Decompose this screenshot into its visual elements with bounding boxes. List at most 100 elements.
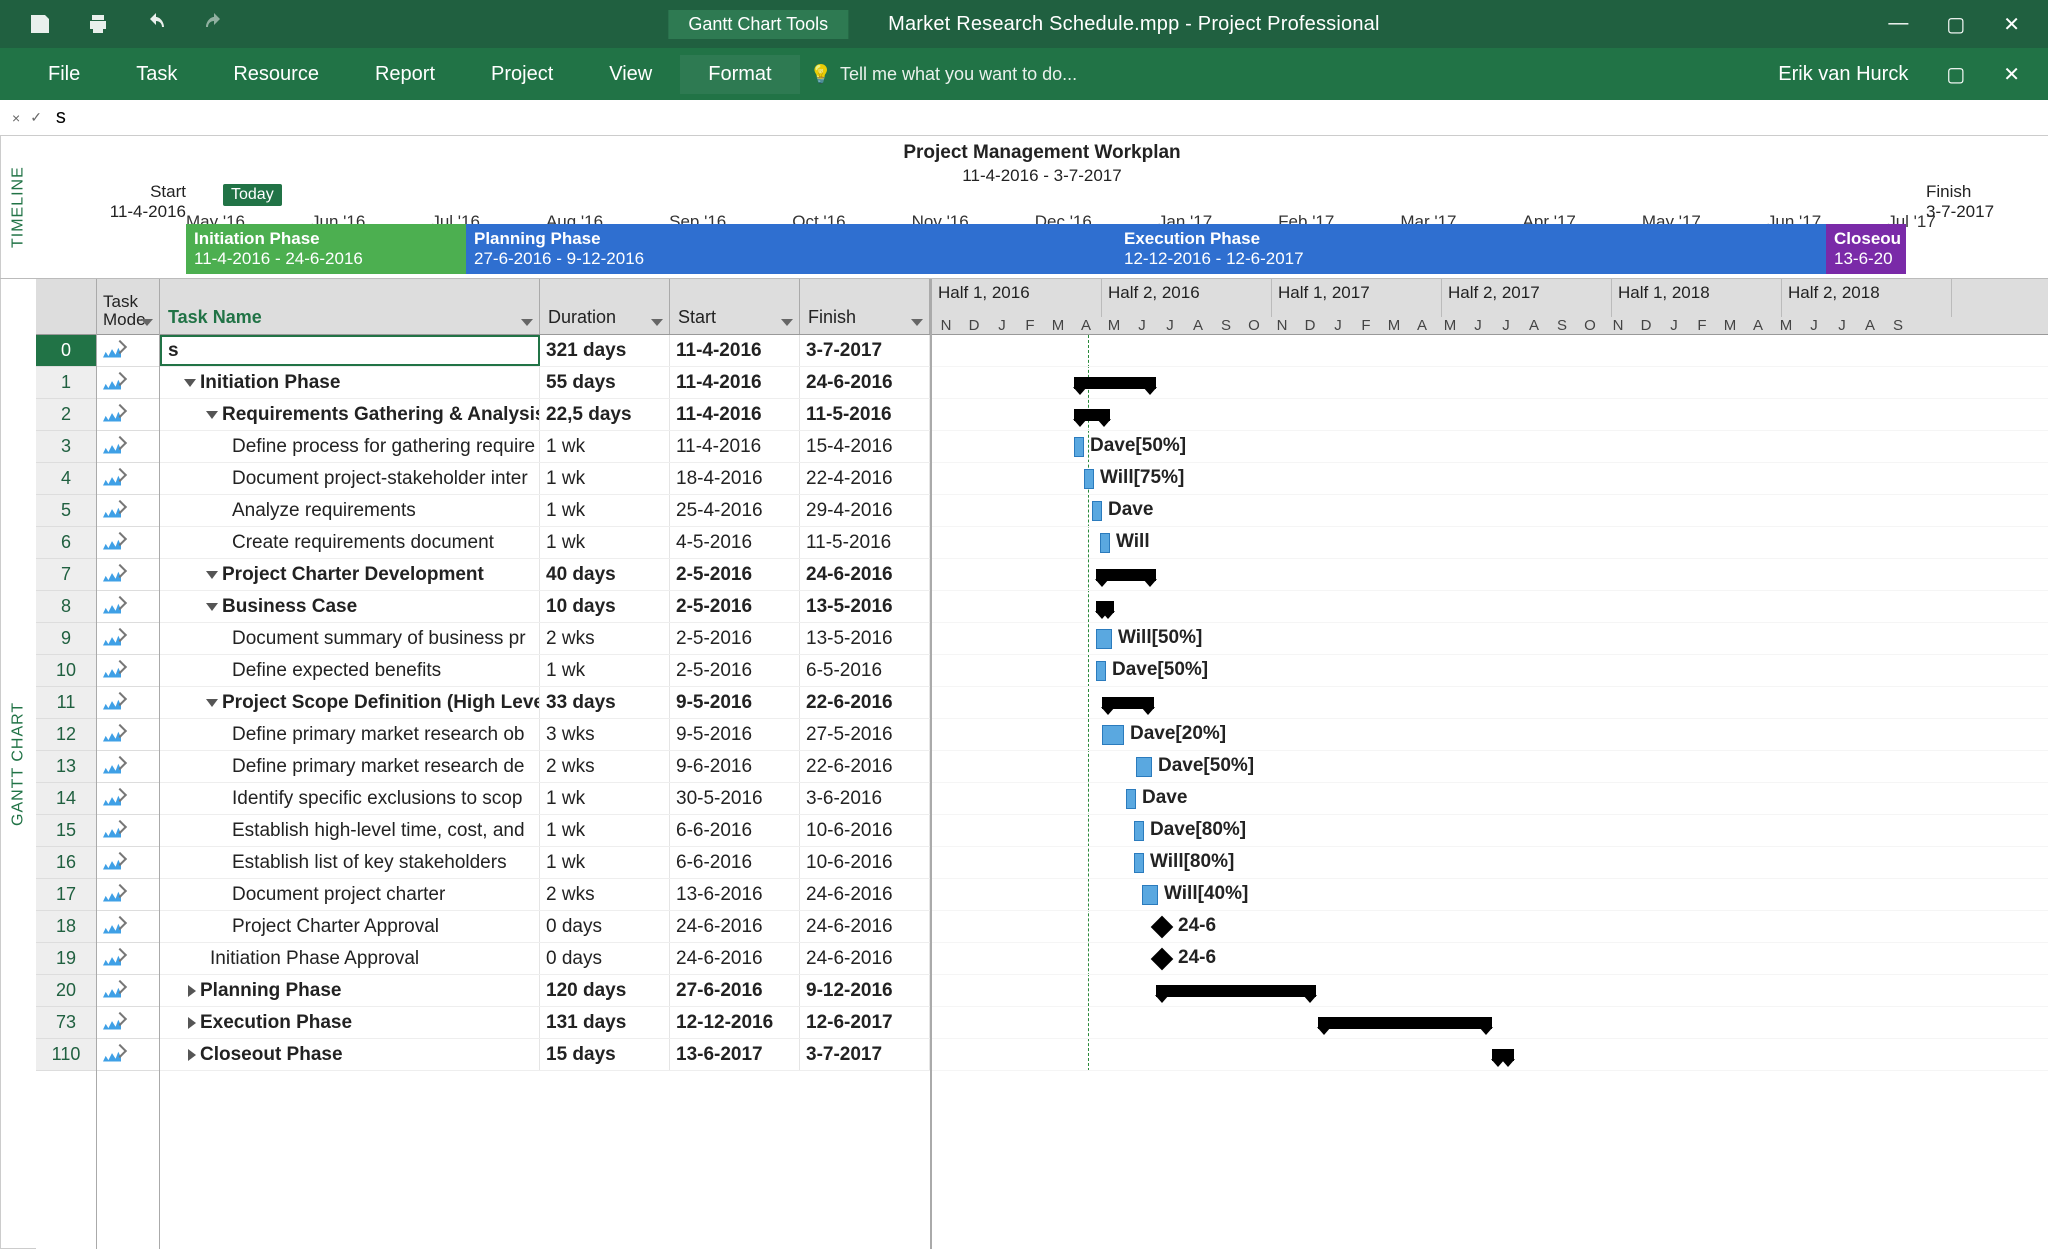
task-mode-cell[interactable] bbox=[97, 879, 159, 911]
task-bar[interactable] bbox=[1074, 437, 1084, 457]
restore-window-icon[interactable]: ▢ bbox=[1946, 62, 1965, 87]
save-icon[interactable] bbox=[28, 12, 52, 36]
table-row[interactable]: Analyze requirements1 wk25-4-201629-4-20… bbox=[160, 495, 930, 527]
maximize-icon[interactable]: ▢ bbox=[1946, 12, 1965, 37]
finish-cell[interactable]: 12-6-2017 bbox=[800, 1007, 930, 1038]
outline-toggle-icon[interactable] bbox=[184, 379, 196, 387]
task-name-cell[interactable]: Project Charter Approval bbox=[160, 911, 540, 942]
task-name-cell[interactable]: Analyze requirements bbox=[160, 495, 540, 526]
summary-bar[interactable] bbox=[1156, 985, 1316, 997]
task-name-cell[interactable]: Closeout Phase bbox=[160, 1039, 540, 1070]
task-name-cell[interactable]: Execution Phase bbox=[160, 1007, 540, 1038]
finish-cell[interactable]: 6-5-2016 bbox=[800, 655, 930, 686]
table-row[interactable]: Project Charter Approval0 days24-6-20162… bbox=[160, 911, 930, 943]
ribbon-tab-view[interactable]: View bbox=[581, 55, 680, 94]
start-cell[interactable]: 2-5-2016 bbox=[670, 655, 800, 686]
row-number[interactable]: 6 bbox=[36, 527, 96, 559]
summary-bar[interactable] bbox=[1492, 1049, 1514, 1061]
task-name-cell[interactable]: Create requirements document bbox=[160, 527, 540, 558]
row-number[interactable]: 1 bbox=[36, 367, 96, 399]
table-row[interactable]: Define primary market research de2 wks9-… bbox=[160, 751, 930, 783]
gantt-chart[interactable]: Half 1, 2016Half 2, 2016Half 1, 2017Half… bbox=[930, 279, 2048, 1249]
task-mode-cell[interactable] bbox=[97, 975, 159, 1007]
accept-edit-icon[interactable]: ✓ bbox=[30, 109, 42, 126]
row-number[interactable]: 8 bbox=[36, 591, 96, 623]
task-name-cell[interactable]: Initiation Phase bbox=[160, 367, 540, 398]
duration-cell[interactable]: 10 days bbox=[540, 591, 670, 622]
table-row[interactable]: Document project-stakeholder inter1 wk18… bbox=[160, 463, 930, 495]
task-name-cell[interactable]: Establish high-level time, cost, and bbox=[160, 815, 540, 846]
task-mode-cell[interactable] bbox=[97, 623, 159, 655]
task-name-cell[interactable]: Document project charter bbox=[160, 879, 540, 910]
table-row[interactable]: Identify specific exclusions to scop1 wk… bbox=[160, 783, 930, 815]
finish-cell[interactable]: 22-6-2016 bbox=[800, 751, 930, 782]
task-name-cell[interactable]: Establish list of key stakeholders bbox=[160, 847, 540, 878]
duration-cell[interactable]: 2 wks bbox=[540, 751, 670, 782]
task-mode-cell[interactable] bbox=[97, 335, 159, 367]
task-name-cell[interactable]: Define primary market research ob bbox=[160, 719, 540, 750]
ribbon-tab-task[interactable]: Task bbox=[108, 55, 205, 94]
task-mode-cell[interactable] bbox=[97, 495, 159, 527]
task-bar[interactable] bbox=[1096, 629, 1112, 649]
row-number[interactable]: 17 bbox=[36, 879, 96, 911]
entry-bar-input[interactable] bbox=[52, 104, 2048, 131]
table-row[interactable]: Create requirements document1 wk4-5-2016… bbox=[160, 527, 930, 559]
row-number[interactable]: 3 bbox=[36, 431, 96, 463]
table-row[interactable]: Initiation Phase Approval0 days24-6-2016… bbox=[160, 943, 930, 975]
row-number[interactable]: 14 bbox=[36, 783, 96, 815]
finish-cell[interactable]: 10-6-2016 bbox=[800, 815, 930, 846]
row-number[interactable]: 4 bbox=[36, 463, 96, 495]
task-name-cell[interactable]: Define expected benefits bbox=[160, 655, 540, 686]
duration-cell[interactable]: 1 wk bbox=[540, 463, 670, 494]
task-mode-cell[interactable] bbox=[97, 815, 159, 847]
summary-bar[interactable] bbox=[1074, 377, 1156, 389]
outline-toggle-icon[interactable] bbox=[188, 1049, 196, 1061]
ribbon-tab-resource[interactable]: Resource bbox=[205, 55, 347, 94]
start-cell[interactable]: 18-4-2016 bbox=[670, 463, 800, 494]
duration-cell[interactable]: 321 days bbox=[540, 335, 670, 366]
ribbon-tab-file[interactable]: File bbox=[20, 55, 108, 94]
milestone[interactable] bbox=[1151, 916, 1174, 939]
duration-cell[interactable]: 3 wks bbox=[540, 719, 670, 750]
task-mode-cell[interactable] bbox=[97, 943, 159, 975]
duration-cell[interactable]: 33 days bbox=[540, 687, 670, 718]
col-task-name[interactable]: Task Name bbox=[160, 279, 540, 334]
duration-cell[interactable]: 0 days bbox=[540, 911, 670, 942]
finish-cell[interactable]: 24-6-2016 bbox=[800, 559, 930, 590]
task-mode-cell[interactable] bbox=[97, 399, 159, 431]
task-mode-cell[interactable] bbox=[97, 687, 159, 719]
summary-bar[interactable] bbox=[1102, 697, 1154, 709]
table-row[interactable]: Requirements Gathering & Analysis22,5 da… bbox=[160, 399, 930, 431]
row-number[interactable]: 10 bbox=[36, 655, 96, 687]
finish-cell[interactable]: 10-6-2016 bbox=[800, 847, 930, 878]
start-cell[interactable]: 27-6-2016 bbox=[670, 975, 800, 1006]
row-number[interactable]: 13 bbox=[36, 751, 96, 783]
start-cell[interactable]: 13-6-2016 bbox=[670, 879, 800, 910]
finish-cell[interactable]: 13-5-2016 bbox=[800, 623, 930, 654]
duration-cell[interactable]: 40 days bbox=[540, 559, 670, 590]
finish-cell[interactable]: 22-6-2016 bbox=[800, 687, 930, 718]
task-bar[interactable] bbox=[1100, 533, 1110, 553]
start-cell[interactable]: 25-4-2016 bbox=[670, 495, 800, 526]
finish-cell[interactable]: 11-5-2016 bbox=[800, 527, 930, 558]
duration-cell[interactable]: 0 days bbox=[540, 943, 670, 974]
undo-icon[interactable] bbox=[144, 12, 168, 36]
row-number[interactable]: 15 bbox=[36, 815, 96, 847]
finish-cell[interactable]: 3-7-2017 bbox=[800, 1039, 930, 1070]
duration-cell[interactable]: 131 days bbox=[540, 1007, 670, 1038]
row-number[interactable]: 16 bbox=[36, 847, 96, 879]
start-cell[interactable]: 30-5-2016 bbox=[670, 783, 800, 814]
finish-cell[interactable]: 24-6-2016 bbox=[800, 943, 930, 974]
outline-toggle-icon[interactable] bbox=[206, 571, 218, 579]
table-row[interactable]: Define primary market research ob3 wks9-… bbox=[160, 719, 930, 751]
table-row[interactable]: Initiation Phase55 days11-4-201624-6-201… bbox=[160, 367, 930, 399]
cancel-edit-icon[interactable]: × bbox=[12, 110, 20, 126]
timeline-pane[interactable]: Project Management Workplan 11-4-2016 - … bbox=[36, 136, 2048, 278]
task-mode-cell[interactable] bbox=[97, 751, 159, 783]
task-bar[interactable] bbox=[1126, 789, 1136, 809]
table-row[interactable]: Establish high-level time, cost, and1 wk… bbox=[160, 815, 930, 847]
task-mode-cell[interactable] bbox=[97, 719, 159, 751]
task-name-cell[interactable]: Project Charter Development bbox=[160, 559, 540, 590]
timeline-phase[interactable]: Closeou13-6-20 bbox=[1826, 224, 1906, 274]
table-row[interactable]: Planning Phase120 days27-6-20169-12-2016 bbox=[160, 975, 930, 1007]
